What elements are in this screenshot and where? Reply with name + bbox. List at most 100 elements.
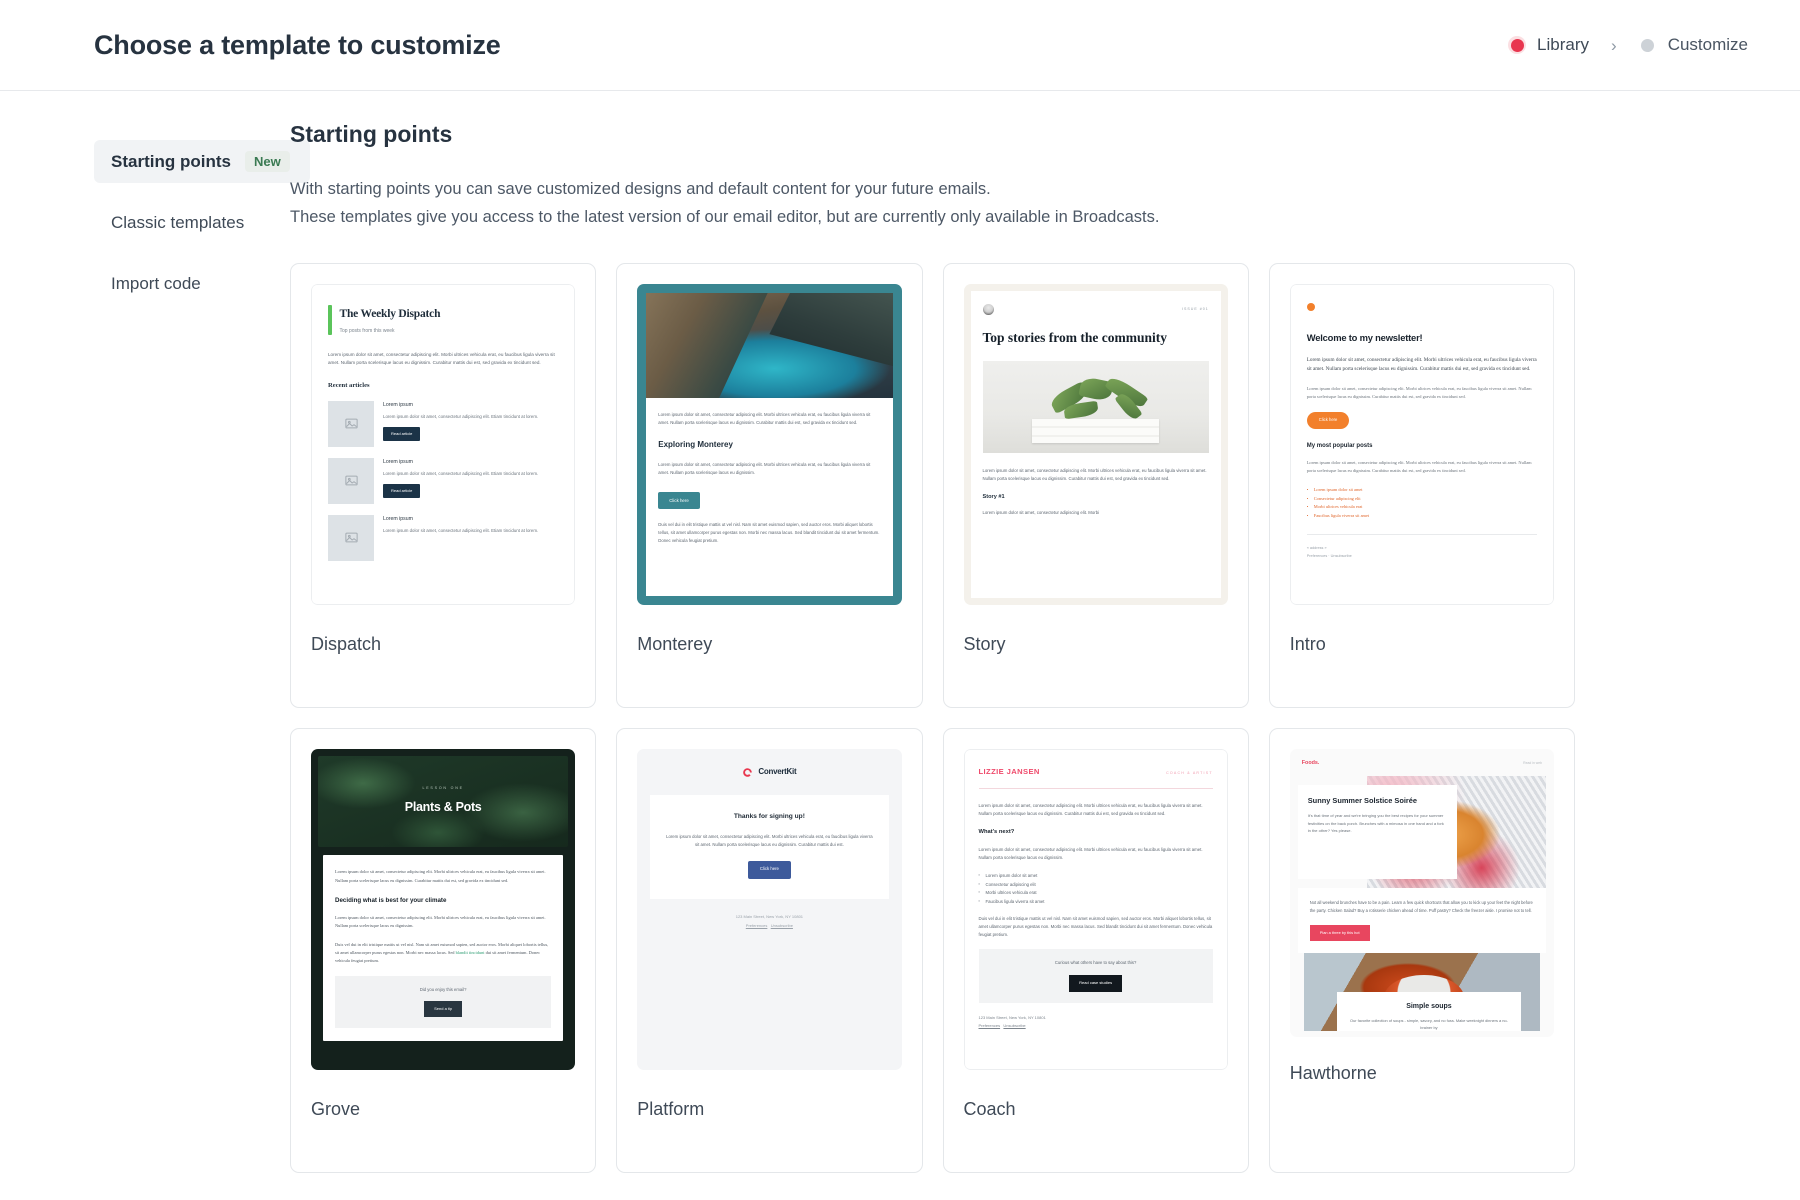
click-here-button: Click here xyxy=(658,492,700,510)
dispatch-section-heading: Recent articles xyxy=(328,382,370,390)
avatar xyxy=(982,304,994,316)
story-heading: Top stories from the community xyxy=(982,330,1168,346)
list-item: Lorem ipsum dolor sit amet xyxy=(1307,486,1537,495)
template-preview-monterey: Lorem ipsum dolor sit amet, consectetur … xyxy=(637,284,902,606)
chevron-right-icon: › xyxy=(1611,35,1617,55)
tip-box: Did you enjoy this email? Send a tip xyxy=(335,976,552,1028)
template-label-grove: Grove xyxy=(311,1099,361,1120)
list-item: Lorem ipsum dolor sit amet xyxy=(979,872,1213,880)
email-footer: « address » Preferences · Unsubscribe xyxy=(1306,534,1537,561)
soup-heading: Simple soups xyxy=(1406,1002,1452,1010)
read-article-button: Read article xyxy=(383,483,421,499)
story-subheading: Story #1 xyxy=(982,494,1005,501)
read-case-studies-button: Read case studies xyxy=(1069,975,1123,992)
coach-role: COACH & ARTIST xyxy=(1166,771,1213,776)
brand-name: Foods. xyxy=(1301,760,1320,767)
template-card-coach[interactable]: LIZZIE JANSEN COACH & ARTIST Lorem ipsum… xyxy=(942,728,1249,1174)
template-card-story[interactable]: ISSUE #01 Top stories from the community… xyxy=(942,263,1249,709)
template-card-grove[interactable]: LESSON ONE Plants & Pots Lorem ipsum dol… xyxy=(290,728,597,1174)
template-label-intro: Intro xyxy=(1289,634,1326,655)
sidebar-item-classic-templates[interactable]: Classic templates xyxy=(94,201,310,244)
template-card-monterey[interactable]: Lorem ipsum dolor sit amet, consectetur … xyxy=(616,263,923,709)
section-description: With starting points you can save custom… xyxy=(290,176,1738,231)
article-body: Lorem ipsum dolor sit amet, consectetur … xyxy=(383,471,539,477)
grove-heading: Deciding what is best for your climate xyxy=(335,896,447,904)
template-label-hawthorne: Hawthorne xyxy=(1289,1063,1377,1084)
sidebar-item-label: Classic templates xyxy=(111,212,245,232)
app-header: Choose a template to customize Library ›… xyxy=(0,0,1800,91)
template-card-platform[interactable]: ConvertKit Thanks for signing up! Lorem … xyxy=(616,728,923,1174)
article-body: Lorem ipsum dolor sit amet, consectetur … xyxy=(383,414,539,420)
intro-heading: Welcome to my newsletter! xyxy=(1306,332,1423,344)
divider xyxy=(978,787,1213,789)
section-title: Starting points xyxy=(290,121,453,147)
hawthorne-heading: Sunny Summer Solstice Soirée xyxy=(1307,796,1418,806)
list-item: Lorem ipsum Lorem ipsum dolor sit amet, … xyxy=(328,400,558,447)
footer-address: « address » xyxy=(1306,546,1327,551)
list-item: Lorem ipsum Lorem ipsum dolor sit amet, … xyxy=(328,457,558,504)
image-placeholder-icon xyxy=(328,514,374,561)
read-in-web-link: Read in web xyxy=(1523,761,1542,766)
convertkit-logo-icon xyxy=(743,768,753,778)
intro-posts-body: Lorem ipsum dolor sit amet, consectetur … xyxy=(1306,460,1532,474)
sidebar-item-label: Starting points xyxy=(111,151,231,171)
breadcrumb-step-customize[interactable]: Customize xyxy=(1639,35,1748,55)
intro-body-2: Lorem ipsum dolor sit amet, consectetur … xyxy=(1306,386,1532,399)
intro-posts-heading: My most popular posts xyxy=(1306,442,1373,449)
sidebar: Starting points New Classic templates Im… xyxy=(0,121,310,1173)
soup-body: Our favorite collection of soups - simpl… xyxy=(1350,1017,1508,1030)
coach-heading: What's next? xyxy=(978,829,1015,836)
grove-kicker: LESSON ONE xyxy=(422,786,464,791)
article-body: Lorem ipsum dolor sit amet, consectetur … xyxy=(383,528,539,534)
template-card-hawthorne[interactable]: Foods. Read in web Sunny Summer Solstice… xyxy=(1268,728,1575,1174)
monterey-intro: Lorem ipsum dolor sit amet, consectetur … xyxy=(658,412,871,426)
template-grid: The Weekly Dispatch Top posts from this … xyxy=(290,263,1575,1174)
list-item: Lorem ipsum Lorem ipsum dolor sit amet, … xyxy=(328,514,558,561)
hawthorne-hero-body: It's that time of year and we're bringin… xyxy=(1307,813,1444,834)
accent-bar xyxy=(328,305,332,336)
template-preview-hawthorne: Foods. Read in web Sunny Summer Solstice… xyxy=(1289,749,1554,1038)
section-description-line-2: These templates give you access to the l… xyxy=(290,207,1160,226)
breadcrumb-step-library[interactable]: Library xyxy=(1508,35,1589,55)
platform-heading: Thanks for signing up! xyxy=(733,813,805,821)
grove-intro: Lorem ipsum dolor sit amet, consectetur … xyxy=(335,869,546,883)
section-description-line-1: With starting points you can save custom… xyxy=(290,180,991,198)
customize-step-dot-icon xyxy=(1639,36,1657,54)
footer-address: 123 Main Street, New York, NY 10801 xyxy=(978,1014,1046,1020)
hawthorne-cta-button: Plan a three by this hot xyxy=(1309,924,1370,941)
read-article-button: Read article xyxy=(383,426,421,442)
hero-image xyxy=(982,360,1209,453)
new-badge: New xyxy=(244,150,290,173)
template-preview-intro: Welcome to my newsletter! Lorem ipsum do… xyxy=(1289,284,1554,606)
platform-body: Lorem ipsum dolor sit amet, consectetur … xyxy=(666,834,873,847)
hero-image xyxy=(646,293,893,399)
brand-dot-icon xyxy=(1306,303,1315,312)
template-label-coach: Coach xyxy=(963,1099,1016,1120)
brand-name: ConvertKit xyxy=(758,767,797,777)
breadcrumb: Library › Customize xyxy=(1508,35,1748,55)
intro-body-1: Lorem ipsum dolor sit amet, consectetur … xyxy=(1306,356,1537,372)
image-placeholder-icon xyxy=(328,457,374,504)
click-here-button: Click here xyxy=(1306,411,1350,429)
template-preview-story: ISSUE #01 Top stories from the community… xyxy=(963,284,1228,606)
send-tip-button: Send a tip xyxy=(424,1001,463,1017)
grove-body-1: Lorem ipsum dolor sit amet, consectetur … xyxy=(335,914,546,928)
sidebar-item-import-code[interactable]: Import code xyxy=(94,262,310,305)
dispatch-title: The Weekly Dispatch xyxy=(339,308,441,321)
box-prompt: Curious what others have to say about th… xyxy=(1054,960,1137,966)
coach-intro: Lorem ipsum dolor sit amet, consectetur … xyxy=(978,802,1203,816)
footer-unsubscribe-link: Unsubscribe xyxy=(770,922,793,928)
coach-body: Lorem ipsum dolor sit amet, consectetur … xyxy=(978,846,1203,860)
monterey-heading: Exploring Monterey xyxy=(658,439,733,449)
template-card-intro[interactable]: Welcome to my newsletter! Lorem ipsum do… xyxy=(1268,263,1575,709)
soup-image: Simple soups Our favorite collection of … xyxy=(1303,952,1540,1031)
sidebar-item-starting-points[interactable]: Starting points New xyxy=(94,140,310,183)
template-label-monterey: Monterey xyxy=(637,634,713,655)
list-item: Consectetur adipiscing elit xyxy=(979,881,1213,889)
inline-link: blandit tincidunt xyxy=(455,950,485,956)
brand-logo: ConvertKit xyxy=(650,766,888,779)
sidebar-item-label: Import code xyxy=(111,273,201,293)
template-preview-platform: ConvertKit Thanks for signing up! Lorem … xyxy=(637,749,902,1071)
template-card-dispatch[interactable]: The Weekly Dispatch Top posts from this … xyxy=(290,263,597,709)
template-label-story: Story xyxy=(963,634,1006,655)
